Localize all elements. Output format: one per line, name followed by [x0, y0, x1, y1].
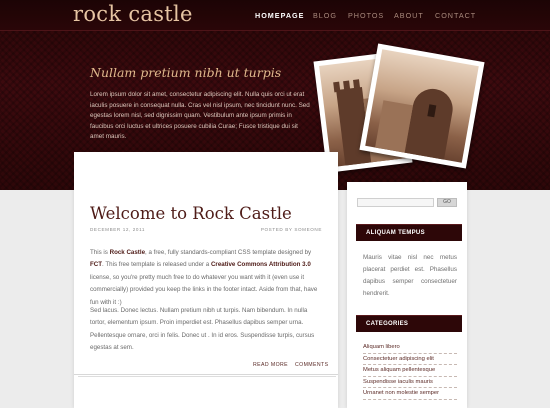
- main-content: Welcome to Rock Castle DECEMBER 12, 2011…: [74, 152, 338, 408]
- castle-photo-2: [359, 43, 485, 169]
- category-list: Aliquam libero Consectetuer adipiscing e…: [363, 342, 457, 400]
- fct-link[interactable]: FCT: [90, 261, 102, 268]
- license-link[interactable]: Creative Commons Attribution 3.0: [211, 261, 311, 268]
- next-post-box: [78, 376, 336, 408]
- nav-item-photos[interactable]: PHOTOS: [348, 11, 384, 20]
- nav-item-blog[interactable]: BLOG: [313, 11, 337, 20]
- tower-shape: [404, 85, 456, 162]
- post-text: license, so you're pretty much free to d…: [90, 273, 318, 306]
- battlement-shape: [353, 79, 361, 90]
- post-date: DECEMBER 12, 2011: [90, 227, 146, 232]
- post-paragraph-1: This is Rock Castle, a free, fully stand…: [90, 247, 323, 309]
- post-author: POSTED BY SOMEONE: [260, 227, 322, 232]
- nav-item-about[interactable]: ABOUT: [394, 11, 424, 20]
- nav-item-contact[interactable]: CONTACT: [435, 11, 476, 20]
- battlement-shape: [343, 80, 351, 92]
- read-more-link[interactable]: READ MORE: [253, 362, 288, 368]
- category-item[interactable]: Aliquam libero: [363, 342, 457, 354]
- category-item[interactable]: Metus aliquam pellentesque: [363, 365, 457, 377]
- castle-photo-2-image: [365, 49, 479, 163]
- search-button[interactable]: GO: [437, 198, 457, 207]
- post-divider: [74, 374, 338, 375]
- sidebar-text: Mauris vitae nisl nec metus placerat per…: [363, 254, 457, 297]
- hero-tagline: Nullam pretium nibh ut turpis: [90, 65, 282, 80]
- post-site-name: Rock Castle: [109, 249, 146, 256]
- post-text: . This free template is released under a: [102, 261, 211, 269]
- category-item[interactable]: Consectetuer adipiscing elit: [363, 354, 457, 365]
- sidebar-heading-aliquam: ALIQUAM TEMPUS: [356, 224, 462, 241]
- post-title[interactable]: Welcome to Rock Castle: [90, 204, 292, 223]
- battlement-shape: [333, 81, 341, 93]
- header-divider: [0, 30, 550, 31]
- post-text: , a free, fully standards-compliant CSS …: [145, 249, 312, 256]
- hero-intro: Lorem ipsum dolor sit amet, consectetur …: [90, 91, 310, 141]
- sidebar: GO ALIQUAM TEMPUS Mauris vitae nisl nec …: [347, 182, 467, 408]
- search-input[interactable]: [357, 198, 434, 207]
- sidebar-heading-categories: CATEGORIES: [356, 315, 462, 332]
- nav-item-homepage[interactable]: HOMEPAGE: [255, 11, 304, 20]
- post-paragraph-2: Sed lacus. Donec lectus. Nullam pretium …: [90, 307, 315, 352]
- site-logo[interactable]: rock castle: [73, 2, 193, 26]
- category-item[interactable]: Suspendisse iaculis mauris: [363, 377, 457, 388]
- post-text: This is: [90, 249, 110, 256]
- category-item[interactable]: Urnanet non molestie semper: [363, 388, 457, 400]
- comments-link[interactable]: COMMENTS: [295, 362, 328, 368]
